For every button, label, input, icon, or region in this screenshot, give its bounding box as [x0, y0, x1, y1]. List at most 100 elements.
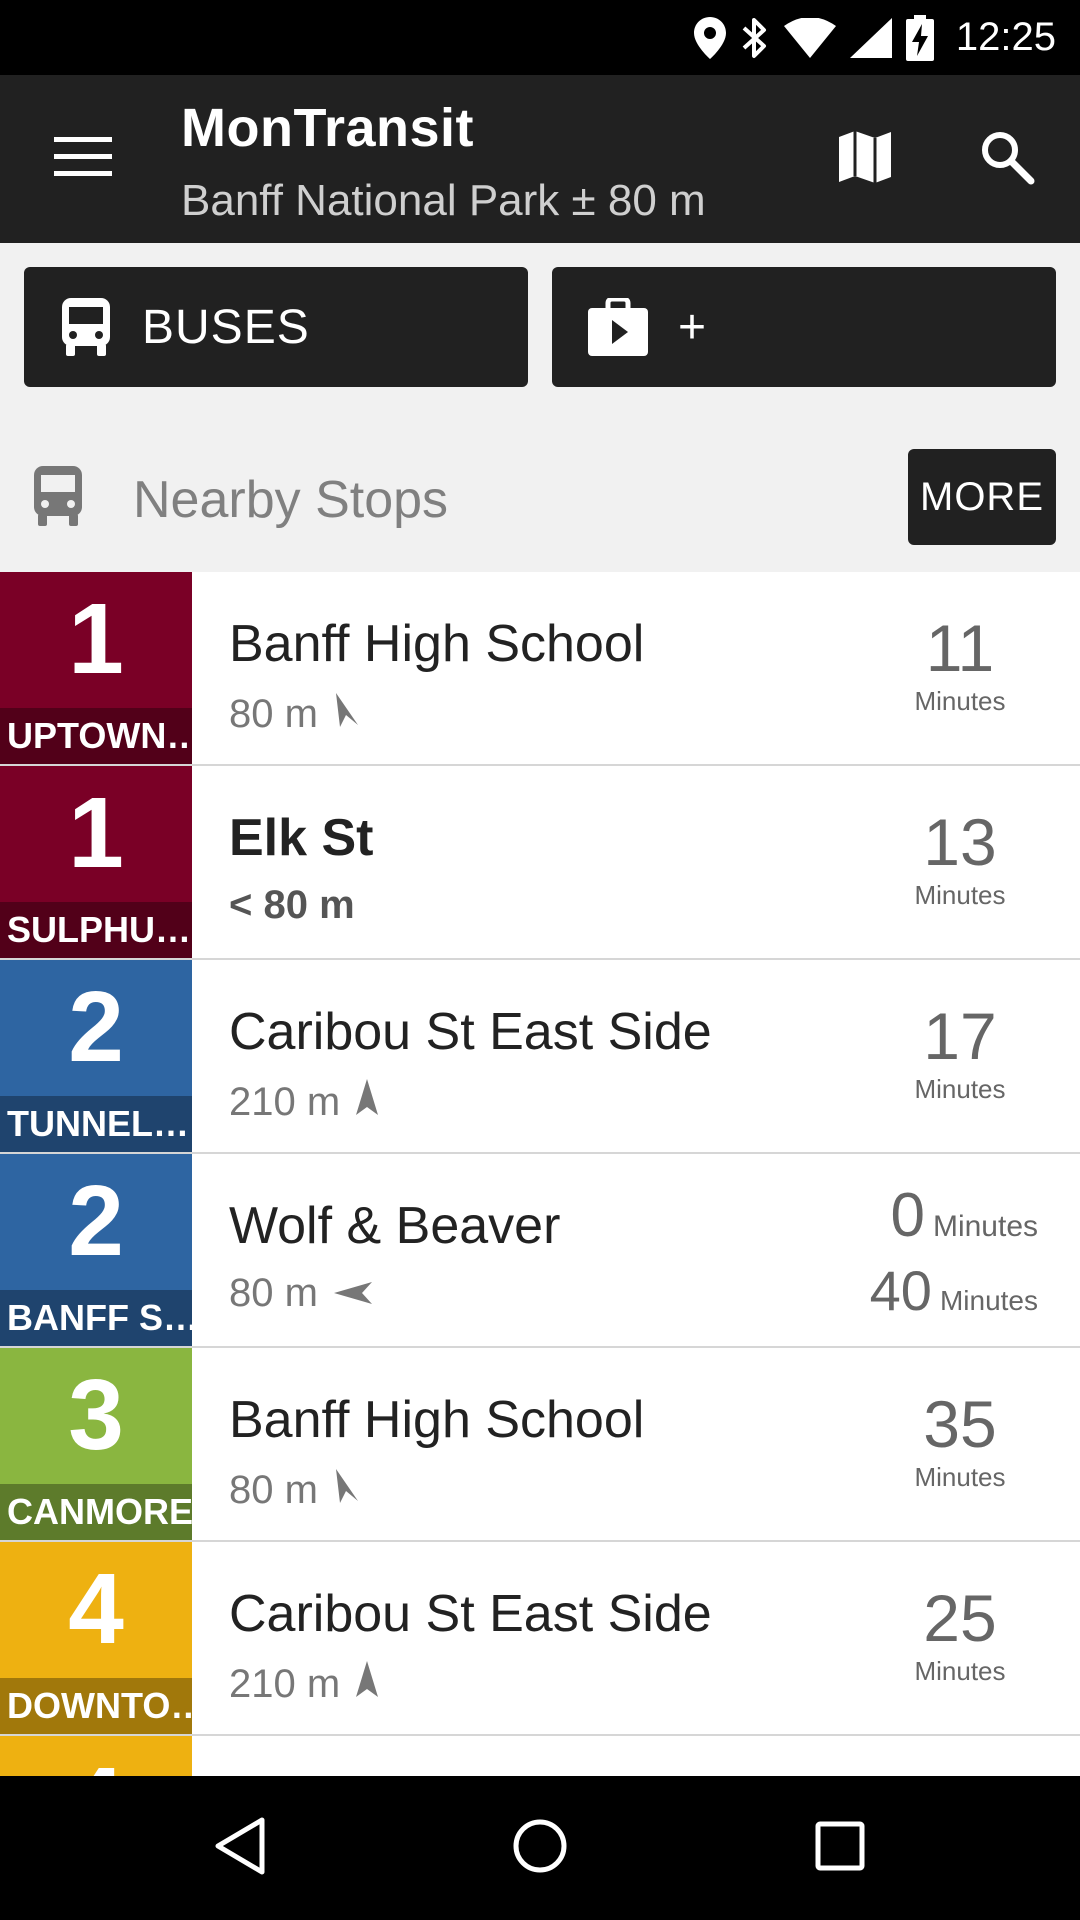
- eta-value: 17: [923, 999, 997, 1073]
- route-headsign: DOWNTO…: [0, 1678, 192, 1734]
- store-icon: [588, 298, 648, 356]
- eta: 11 Minutes: [880, 610, 1040, 717]
- compass-arrow-icon: [354, 1659, 380, 1709]
- menu-button[interactable]: [40, 121, 126, 197]
- eta-unit: Minutes: [914, 1656, 1006, 1686]
- map-button[interactable]: [822, 121, 908, 197]
- search-icon: [979, 129, 1035, 190]
- eta-value: 13: [923, 805, 997, 879]
- route-headsign: BANFF S…: [0, 1290, 192, 1346]
- location-icon: [693, 16, 726, 59]
- stop-name: Caribou St East Side: [229, 1003, 712, 1061]
- distance-text: < 80 m: [229, 883, 355, 927]
- navigation-bar: [0, 1776, 1080, 1920]
- add-agency-button[interactable]: +: [552, 267, 1056, 387]
- stop-name: Wolf & Beaver: [229, 1197, 561, 1255]
- route-badge: 2 TUNNEL…: [0, 960, 192, 1152]
- eta-first: 0 Minutes: [890, 1180, 1038, 1251]
- eta-unit: Minutes: [914, 880, 1006, 910]
- signal-icon: [849, 17, 892, 58]
- eta: 35 Minutes: [880, 1386, 1040, 1493]
- route-number: 3: [68, 1359, 124, 1471]
- buses-label: BUSES: [142, 300, 310, 354]
- stop-row[interactable]: 3 CANMORE Banff High School 80 m 35 Minutes: [0, 1348, 1080, 1542]
- eta-value: 11: [925, 611, 995, 685]
- stop-row[interactable]: 4: [0, 1736, 1080, 1776]
- route-headsign: UPTOWN…: [0, 708, 192, 764]
- more-button[interactable]: MORE: [908, 449, 1056, 545]
- route-number: 1: [68, 583, 124, 695]
- bus-icon: [32, 466, 84, 533]
- route-number: 4: [0, 1744, 192, 1776]
- stop-distance: < 80 m: [229, 883, 355, 928]
- stop-name: Banff High School: [229, 1391, 645, 1449]
- location-subtitle: Banff National Park ± 80 m: [181, 176, 706, 225]
- route-headsign: TUNNEL…: [0, 1096, 192, 1152]
- nearby-stops-header: Nearby Stops MORE: [0, 430, 1080, 570]
- eta: 17 Minutes: [880, 998, 1040, 1105]
- stop-row[interactable]: 1 UPTOWN… Banff High School 80 m 11 Minutes: [0, 572, 1080, 766]
- eta: 25 Minutes: [880, 1580, 1040, 1687]
- eta-unit: Minutes: [914, 686, 1006, 716]
- wifi-icon: [783, 17, 836, 58]
- route-headsign: CANMORE: [0, 1484, 192, 1540]
- status-bar: 12:25: [0, 0, 1080, 75]
- stop-distance: 210 m: [229, 1659, 380, 1709]
- stop-list[interactable]: 1 UPTOWN… Banff High School 80 m 11 Minutes 1 S…: [0, 572, 1080, 1776]
- distance-text: 80 m: [229, 691, 318, 736]
- back-icon: [212, 1816, 268, 1881]
- route-badge: 3 CANMORE: [0, 1348, 192, 1540]
- eta-value: 35: [923, 1387, 997, 1461]
- stop-distance: 80 m: [229, 1271, 374, 1316]
- home-button[interactable]: [490, 1812, 590, 1884]
- route-number: 2: [68, 1165, 124, 1277]
- compass-arrow-icon: [332, 1465, 362, 1515]
- recents-button[interactable]: [790, 1812, 890, 1884]
- stop-distance: 80 m: [229, 1465, 362, 1515]
- status-time: 12:25: [955, 15, 1056, 59]
- stop-name: Caribou St East Side: [229, 1585, 712, 1643]
- route-badge: 4: [0, 1736, 192, 1776]
- home-icon: [510, 1816, 570, 1881]
- back-button[interactable]: [190, 1812, 290, 1884]
- route-badge: 2 BANFF S…: [0, 1154, 192, 1346]
- route-badge: 1 UPTOWN…: [0, 572, 192, 764]
- distance-text: 210 m: [229, 1079, 341, 1124]
- app-title: MonTransit: [181, 98, 475, 158]
- eta-unit: Minutes: [914, 1074, 1006, 1104]
- eta: 13 Minutes: [880, 804, 1040, 911]
- recents-icon: [814, 1820, 866, 1877]
- distance-text: 80 m: [229, 1271, 318, 1315]
- stop-name: Banff High School: [229, 615, 645, 673]
- route-badge: 4 DOWNTO…: [0, 1542, 192, 1734]
- app-bar: MonTransit Banff National Park ± 80 m: [0, 75, 1080, 243]
- menu-icon: [54, 136, 112, 182]
- eta-unit: Minutes: [939, 1285, 1038, 1316]
- compass-arrow-icon: [354, 1077, 380, 1127]
- nearby-stops-title: Nearby Stops: [133, 471, 449, 529]
- eta-unit: Minutes: [932, 1210, 1038, 1243]
- route-badge: 1 SULPHU…: [0, 766, 192, 958]
- stop-distance: 80 m: [229, 689, 362, 739]
- route-headsign: SULPHU…: [0, 902, 192, 958]
- stop-row[interactable]: 2 BANFF S… Wolf & Beaver 80 m 0 Minutes 40 Minu…: [0, 1154, 1080, 1348]
- bluetooth-icon: [740, 16, 770, 60]
- eta-unit: Minutes: [914, 1462, 1006, 1492]
- battery-charging-icon: [905, 14, 934, 61]
- route-number: 4: [68, 1553, 124, 1665]
- eta-value: 25: [923, 1581, 997, 1655]
- bus-icon: [60, 298, 112, 356]
- stop-row[interactable]: 1 SULPHU… Elk St < 80 m 13 Minutes: [0, 766, 1080, 960]
- compass-arrow-icon: [332, 689, 362, 739]
- eta-value: 0: [890, 1181, 925, 1250]
- compass-arrow-icon: [332, 1271, 374, 1316]
- route-number: 1: [68, 777, 124, 889]
- buses-button[interactable]: BUSES: [24, 267, 528, 387]
- search-button[interactable]: [964, 121, 1050, 197]
- stop-name: Elk St: [229, 809, 374, 867]
- eta-second: 40 Minutes: [870, 1258, 1038, 1323]
- stop-row[interactable]: 4 DOWNTO… Caribou St East Side 210 m 25 Minut…: [0, 1542, 1080, 1736]
- stop-row[interactable]: 2 TUNNEL… Caribou St East Side 210 m 17 Minut…: [0, 960, 1080, 1154]
- map-icon: [837, 129, 893, 190]
- distance-text: 210 m: [229, 1661, 341, 1706]
